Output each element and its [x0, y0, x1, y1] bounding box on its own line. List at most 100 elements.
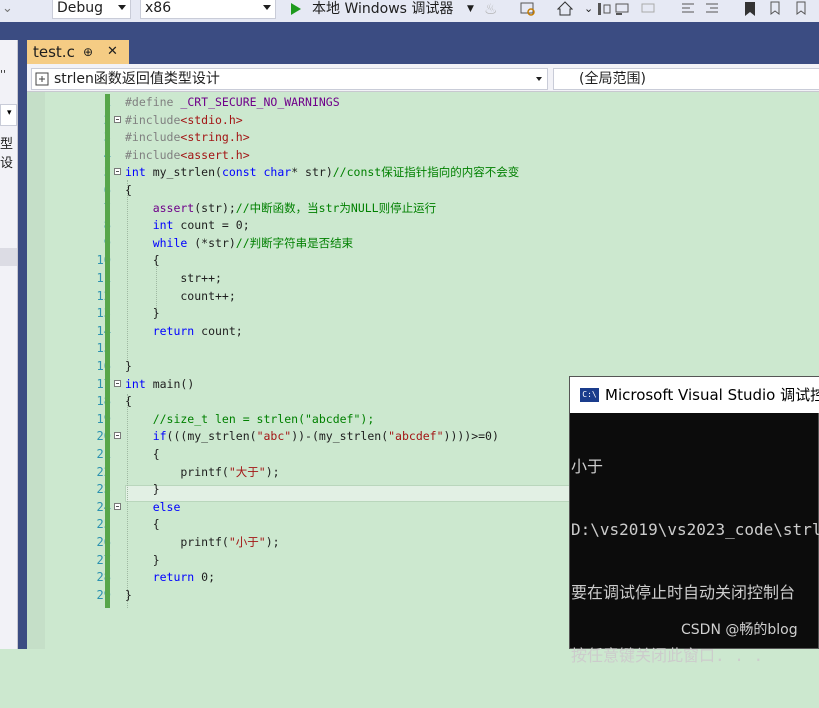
tab-title: test.c — [33, 43, 75, 61]
code-line[interactable]: 9 while (*str)//判断字符串是否结束 — [27, 234, 819, 252]
console-title: Microsoft Visual Studio 调试控制台 — [605, 386, 819, 404]
line-number: 18 — [96, 394, 111, 409]
line-number: 19 — [96, 411, 111, 426]
code-line[interactable]: 16} — [27, 357, 819, 375]
code-text: { — [125, 392, 132, 410]
code-token: main() — [152, 376, 195, 391]
code-token: <string.h> — [180, 130, 250, 145]
project-icon — [35, 72, 49, 86]
code-token: { — [125, 253, 160, 268]
console-output: 小于 D:\vs2019\vs2023_code\strlen 要在调试停止时自… — [571, 414, 819, 708]
code-text: { — [125, 445, 160, 463]
code-token: (*str) — [194, 235, 236, 250]
code-line[interactable]: 7 assert(str);//中断函数，当str为NULL则停止运行 — [27, 199, 819, 217]
code-token: int — [125, 165, 153, 180]
code-line[interactable]: 2 #include<stdio.h> — [27, 111, 819, 129]
uncomment-icon[interactable] — [640, 1, 656, 17]
code-line[interactable]: 15 — [27, 339, 819, 357]
code-token: (str); — [194, 200, 236, 215]
code-line[interactable]: 10 { — [27, 251, 819, 269]
play-icon — [291, 3, 301, 15]
project-scope-dropdown[interactable]: strlen函数返回值类型设计 — [31, 68, 548, 90]
code-line[interactable]: 5 int my_strlen(const char* str)//const保证… — [27, 163, 819, 181]
global-scope-dropdown[interactable]: (全局范围) — [553, 68, 819, 90]
console-title-bar[interactable]: C:\ Microsoft Visual Studio 调试控制台 — [570, 377, 819, 413]
code-token: assert — [125, 200, 195, 215]
chevron-down-icon[interactable]: ⌄ — [584, 0, 593, 20]
line-number: 7 — [49, 199, 111, 217]
comment-icon[interactable] — [614, 1, 630, 17]
code-line[interactable]: 1 #define _CRT_SECURE_NO_WARNINGS — [27, 93, 819, 111]
hot-reload-icon[interactable]: ♨ — [484, 0, 497, 20]
collapse-icon[interactable] — [114, 168, 121, 176]
next-bookmark-icon[interactable] — [794, 1, 810, 17]
line-number: 17 — [96, 376, 111, 391]
configuration-dropdown[interactable]: Debug — [52, 0, 131, 19]
code-token: "abcdef" — [388, 429, 444, 444]
code-token: while — [125, 235, 195, 250]
code-line[interactable]: 8 int count = 0; — [27, 216, 819, 234]
code-token: _CRT_SECURE_NO_WARNINGS — [180, 95, 340, 109]
code-line[interactable]: 3 #include<string.h> — [27, 128, 819, 146]
line-number: 23 — [96, 482, 111, 497]
side-panel-selected-row[interactable] — [0, 248, 17, 266]
code-token: } — [125, 587, 132, 602]
close-icon[interactable]: ✕ — [107, 40, 118, 64]
collapse-icon[interactable] — [114, 502, 121, 510]
code-text: } — [125, 357, 132, 375]
line-number: 12 — [96, 288, 111, 303]
line-number: 15 — [96, 341, 111, 356]
code-token: count = 0; — [180, 218, 250, 233]
code-text: int main() — [125, 375, 194, 393]
code-line[interactable]: 13 } — [27, 304, 819, 322]
platform-dropdown[interactable]: x86 — [140, 0, 276, 19]
pin-icon[interactable]: ⊕ — [83, 40, 93, 64]
code-token: #include — [125, 147, 181, 162]
prev-bookmark-icon[interactable] — [768, 1, 784, 17]
code-token: #include — [125, 130, 181, 145]
code-text: str++; — [125, 269, 222, 287]
bookmark-icon[interactable] — [742, 1, 758, 17]
console-line: D:\vs2019\vs2023_code\strlen — [571, 520, 819, 539]
code-token: //中断函数，当str为NULL则停止运行 — [235, 200, 437, 215]
code-token: { — [125, 183, 132, 197]
line-number: 20 — [96, 429, 111, 444]
global-scope-label: (全局范围) — [579, 71, 646, 87]
line-number: 9 — [49, 234, 111, 252]
code-token: #include — [125, 112, 181, 127]
collapse-icon[interactable] — [114, 432, 121, 440]
code-token: { — [125, 394, 132, 409]
start-debugging-button[interactable]: 本地 Windows 调试器 ▼ — [288, 0, 478, 20]
code-line[interactable]: 11 str++; — [27, 269, 819, 287]
code-text: printf("大于"); — [125, 463, 279, 481]
tab-test-c[interactable]: test.c ⊕ ✕ — [27, 40, 129, 64]
home-icon[interactable] — [557, 1, 573, 17]
collapse-icon[interactable] — [114, 115, 121, 123]
align-left-icon[interactable] — [680, 1, 696, 17]
line-number: 26 — [96, 535, 111, 549]
code-token: #define — [125, 95, 181, 109]
undo-dropdown-icon[interactable]: ⌄ — [2, 0, 13, 20]
code-token: int — [125, 218, 181, 233]
side-panel-fragment: 型设 — [0, 137, 14, 171]
code-line[interactable]: 14 return count; — [27, 322, 819, 340]
side-panel-dropdown[interactable]: ▾ — [0, 104, 17, 126]
line-number: 29 — [96, 587, 111, 602]
code-line[interactable]: 6{ — [27, 181, 819, 199]
code-token: } — [125, 552, 160, 567]
step-icon[interactable] — [596, 1, 612, 17]
align-right-icon[interactable] — [704, 1, 720, 17]
code-text: } — [125, 551, 160, 569]
code-text: assert(str);//中断函数，当str为NULL则停止运行 — [125, 199, 436, 217]
code-line[interactable]: 12 count++; — [27, 287, 819, 305]
platform-value: x86 — [145, 0, 172, 16]
find-in-files-icon[interactable] — [520, 1, 536, 17]
collapse-icon[interactable] — [114, 379, 121, 387]
chevron-down-icon: ▾ — [7, 108, 12, 118]
code-token: "小于" — [228, 535, 266, 549]
code-token: "abc" — [256, 429, 292, 444]
line-number: 13 — [96, 306, 111, 321]
code-token: "大于" — [228, 464, 266, 479]
debug-console-window[interactable]: C:\ Microsoft Visual Studio 调试控制台 小于 D:\… — [569, 376, 819, 665]
code-line[interactable]: 4 #include<assert.h> — [27, 146, 819, 164]
